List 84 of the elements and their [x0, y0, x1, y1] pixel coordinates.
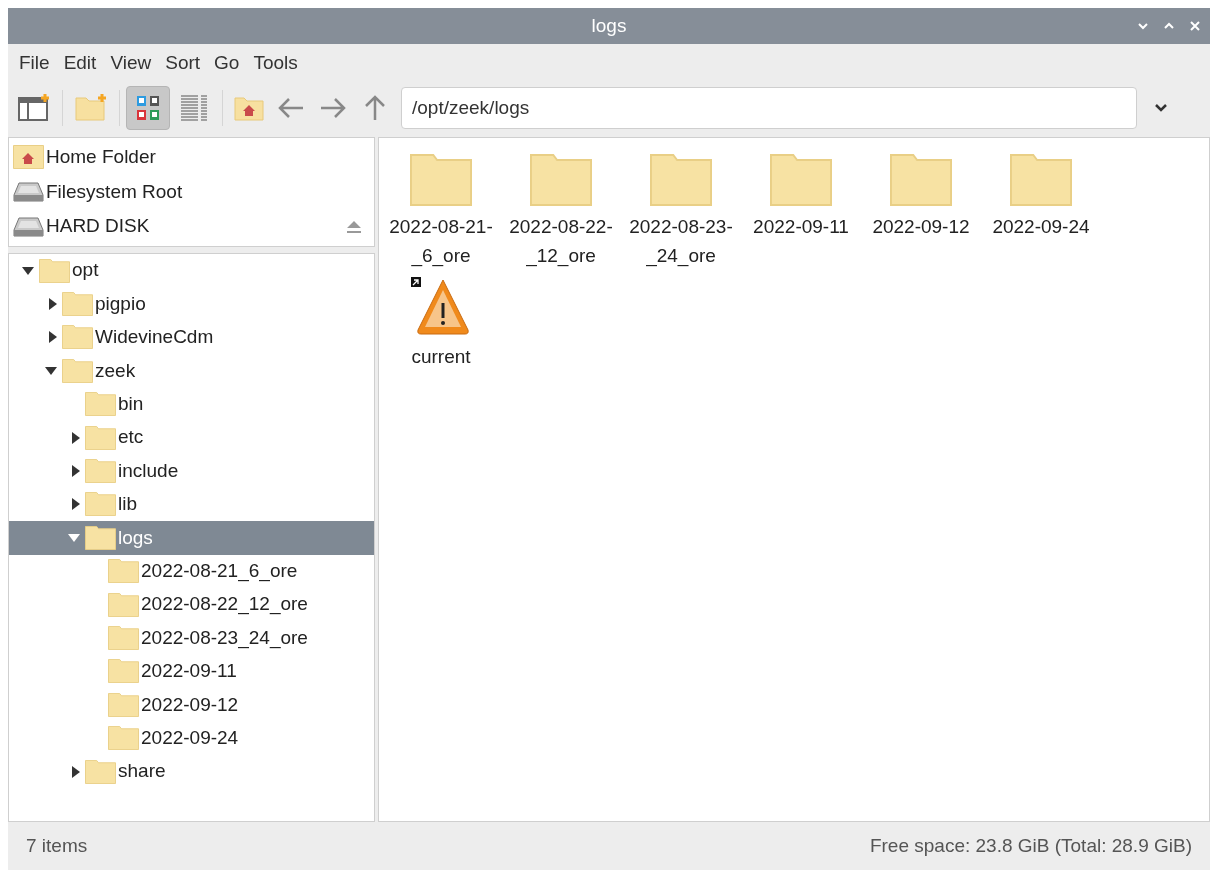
- folder-icon: [410, 154, 472, 206]
- folder-icon: [530, 154, 592, 206]
- expand-arrow-icon[interactable]: [71, 464, 81, 479]
- tree-item[interactable]: 2022-09-24: [9, 721, 374, 755]
- folder-icon: [108, 592, 139, 617]
- place-item[interactable]: Home Folder: [9, 140, 374, 175]
- tree-item[interactable]: WidevineCdm: [9, 320, 374, 355]
- warning-link-icon: [410, 276, 472, 336]
- chevron-down-icon: [1137, 22, 1149, 30]
- folder-icon: [108, 726, 139, 751]
- folder-icon: [85, 492, 116, 517]
- path-field[interactable]: /opt/zeek/logs: [401, 87, 1137, 129]
- folder-icon: [770, 154, 832, 206]
- place-item[interactable]: HARD DISK: [9, 209, 374, 244]
- menu-item[interactable]: Go: [207, 47, 247, 79]
- shortcut-item[interactable]: current: [381, 276, 501, 377]
- folder-icon: [890, 154, 952, 206]
- home-folder-icon: [234, 95, 264, 121]
- folder-icon: [108, 626, 139, 650]
- list-icon: [180, 94, 208, 122]
- folder-icon: [62, 292, 93, 317]
- folder-icon: [85, 759, 116, 784]
- expand-arrow-icon[interactable]: [71, 497, 81, 512]
- tree-item[interactable]: etc: [9, 420, 374, 455]
- free-space-text: Free space: 23.8 GiB (Total: 28.9 GiB): [869, 833, 1192, 858]
- expand-arrow-icon[interactable]: [48, 297, 58, 312]
- tree-item[interactable]: pigpio: [9, 287, 374, 321]
- window-icon: [18, 94, 50, 122]
- folder-icon: [85, 459, 116, 484]
- folder-icon: [108, 659, 139, 684]
- folder-item[interactable]: 2022-09-12: [861, 146, 981, 276]
- tree-item[interactable]: lib: [9, 487, 374, 522]
- folder-icon: [108, 692, 139, 717]
- icon-grid-icon: [136, 95, 160, 121]
- collapse-arrow-icon[interactable]: [21, 265, 35, 276]
- tree-item[interactable]: zeek: [9, 354, 374, 388]
- folder-item[interactable]: 2022-08-23- _24_ore: [621, 146, 741, 276]
- folder-icon: [39, 258, 70, 283]
- tree-item[interactable]: share: [9, 754, 374, 789]
- caret-icon: [1154, 103, 1168, 113]
- item-count: 7 items: [26, 833, 88, 858]
- place-item[interactable]: Filesystem Root: [9, 174, 374, 210]
- forward-arrow-icon: [319, 97, 347, 119]
- new-folder-icon: [75, 94, 107, 122]
- folder-item[interactable]: 2022-08-21- _6_ore: [381, 146, 501, 276]
- folder-item[interactable]: 2022-09-11: [741, 146, 861, 276]
- eject-icon[interactable]: [346, 219, 362, 234]
- expand-arrow-icon[interactable]: [48, 330, 58, 345]
- collapse-arrow-icon[interactable]: [44, 365, 58, 376]
- menu-item[interactable]: Tools: [246, 47, 305, 79]
- folder-icon: [85, 525, 116, 550]
- tree-item[interactable]: 2022-08-22_12_ore: [9, 587, 374, 622]
- menu-item[interactable]: File: [12, 47, 57, 79]
- folder-icon: [85, 392, 116, 417]
- folder-item[interactable]: 2022-09-24: [981, 146, 1101, 276]
- folder-icon: [62, 325, 93, 350]
- folder-icon: [108, 559, 139, 584]
- tree-item[interactable]: 2022-09-12: [9, 688, 374, 722]
- up-arrow-icon: [364, 94, 386, 122]
- hard-drive-icon: [13, 181, 44, 203]
- tree-item[interactable]: 2022-08-23_24_ore: [9, 621, 374, 655]
- back-arrow-icon: [277, 97, 305, 119]
- folder-icon: [62, 358, 93, 383]
- icon-view-button[interactable]: [126, 86, 170, 130]
- chevron-up-icon: [1163, 22, 1175, 30]
- menu-item[interactable]: Edit: [56, 47, 104, 79]
- expand-arrow-icon[interactable]: [71, 430, 81, 445]
- tree-item[interactable]: 2022-08-21_6_ore: [9, 554, 374, 588]
- close-icon: [1189, 20, 1201, 32]
- window-title: logs: [591, 13, 627, 38]
- tree-item[interactable]: opt: [9, 254, 374, 288]
- tree-item[interactable]: bin: [9, 387, 374, 421]
- tree-item[interactable]: include: [9, 454, 374, 488]
- folder-icon: [85, 425, 116, 450]
- folder-icon: [1010, 154, 1072, 206]
- menu-item[interactable]: View: [103, 47, 159, 79]
- menu-item[interactable]: Sort: [158, 47, 208, 79]
- expand-arrow-icon[interactable]: [71, 764, 81, 779]
- tree-item[interactable]: 2022-09-11: [9, 654, 374, 689]
- home-folder-icon: [13, 145, 44, 170]
- hard-drive-icon: [13, 215, 44, 238]
- folder-icon: [650, 154, 712, 206]
- tree-item[interactable]: logs: [9, 521, 374, 555]
- folder-item[interactable]: 2022-08-22- _12_ore: [501, 146, 621, 276]
